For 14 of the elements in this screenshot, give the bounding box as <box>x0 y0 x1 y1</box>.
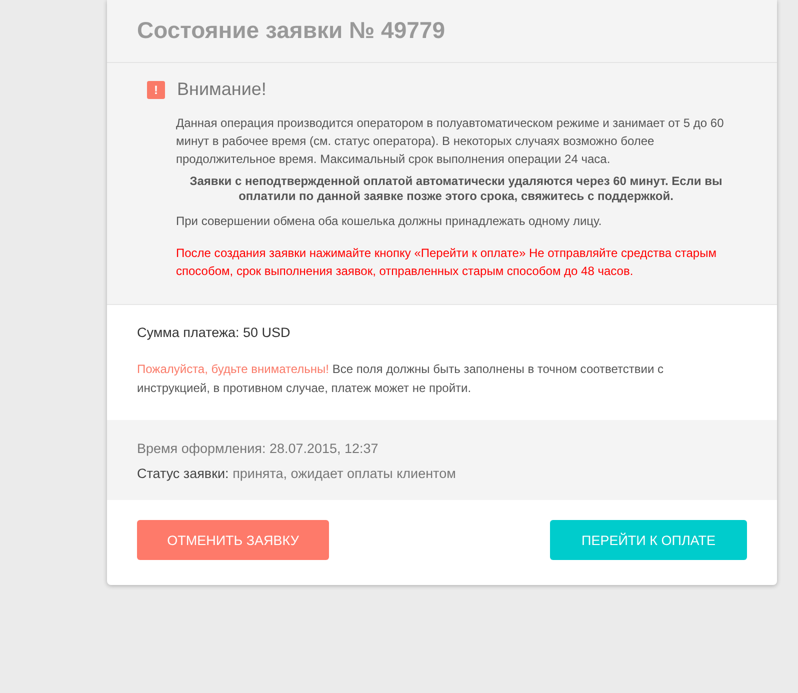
payment-amount: Сумма платежа: 50 USD <box>137 325 292 340</box>
status-value: принята, ожидает оплаты клиентом <box>232 466 456 481</box>
notice-paragraph: Данная операция производится оператором в полуавтоматическом режиме и занимает от 5 до 60 минут в рабочее время (см. статус оператора). В некоторых случаях возможно более продолжительное время. Максимальный срок выполнения операции 24 часа. <box>176 115 725 168</box>
warning-icon: ! <box>147 80 165 98</box>
notice-heading: Внимание! <box>177 79 266 100</box>
page-title: Состояние заявки № 49779 <box>137 16 446 45</box>
status-label: Статус заявки: <box>137 466 229 481</box>
notice-paragraph: При совершении обмена оба кошелька должны принадлежать одному лицу. <box>176 213 603 230</box>
cancel-button[interactable]: ОТМЕНИТЬ ЗАЯВКУ <box>137 520 329 560</box>
warning-paragraph: Пожалуйста, будьте внимательны! Все поля должны быть заполнены в точном соответствии с инструкцией, в противном случае, платеж может не пройти. <box>137 361 665 397</box>
pay-button[interactable]: ПЕРЕЙТИ К ОПЛАТЕ <box>550 520 747 560</box>
alert-text: После создания заявки нажимайте кнопку «Перейти к оплате» Не отправляйте средства старым способом, срок выполнения заявок, отправленных старым способом до 48 часов. <box>176 245 718 280</box>
notice-paragraph: Заявки с неподтвержденной оплатой автоматически удаляются через 60 минут. Если вы оплатили по данной заявке позже этого срока, свяжитесь с поддержкой. <box>188 174 724 204</box>
order-time: Время оформления: 28.07.2015, 12:37 <box>137 440 380 458</box>
